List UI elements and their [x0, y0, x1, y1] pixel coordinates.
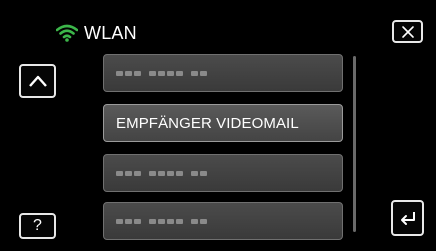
- help-button-label: ?: [33, 217, 42, 234]
- masked-label: [116, 70, 207, 76]
- wifi-icon: [56, 24, 78, 42]
- list-item-empfaenger-videomail[interactable]: EMPFÄNGER VIDEOMAIL: [103, 104, 343, 142]
- camera-menu-screen: WLAN EMPFÄNGER VIDEOMAIL ?: [0, 0, 436, 251]
- menu-header: WLAN: [56, 22, 137, 44]
- list-item-label: EMPFÄNGER VIDEOMAIL: [116, 114, 299, 132]
- masked-label: [116, 218, 207, 224]
- close-icon: [401, 25, 414, 38]
- masked-label: [116, 170, 207, 176]
- return-icon: [400, 212, 415, 225]
- list-item[interactable]: [103, 154, 343, 192]
- list-item[interactable]: [103, 54, 343, 92]
- page-title: WLAN: [84, 22, 137, 43]
- list-scrollbar[interactable]: [353, 56, 356, 232]
- chevron-up-icon: [28, 75, 47, 87]
- scroll-up-button[interactable]: [19, 64, 56, 98]
- back-button[interactable]: [391, 200, 424, 236]
- close-button[interactable]: [392, 20, 423, 43]
- list-item[interactable]: [103, 202, 343, 240]
- help-button[interactable]: ?: [19, 213, 56, 239]
